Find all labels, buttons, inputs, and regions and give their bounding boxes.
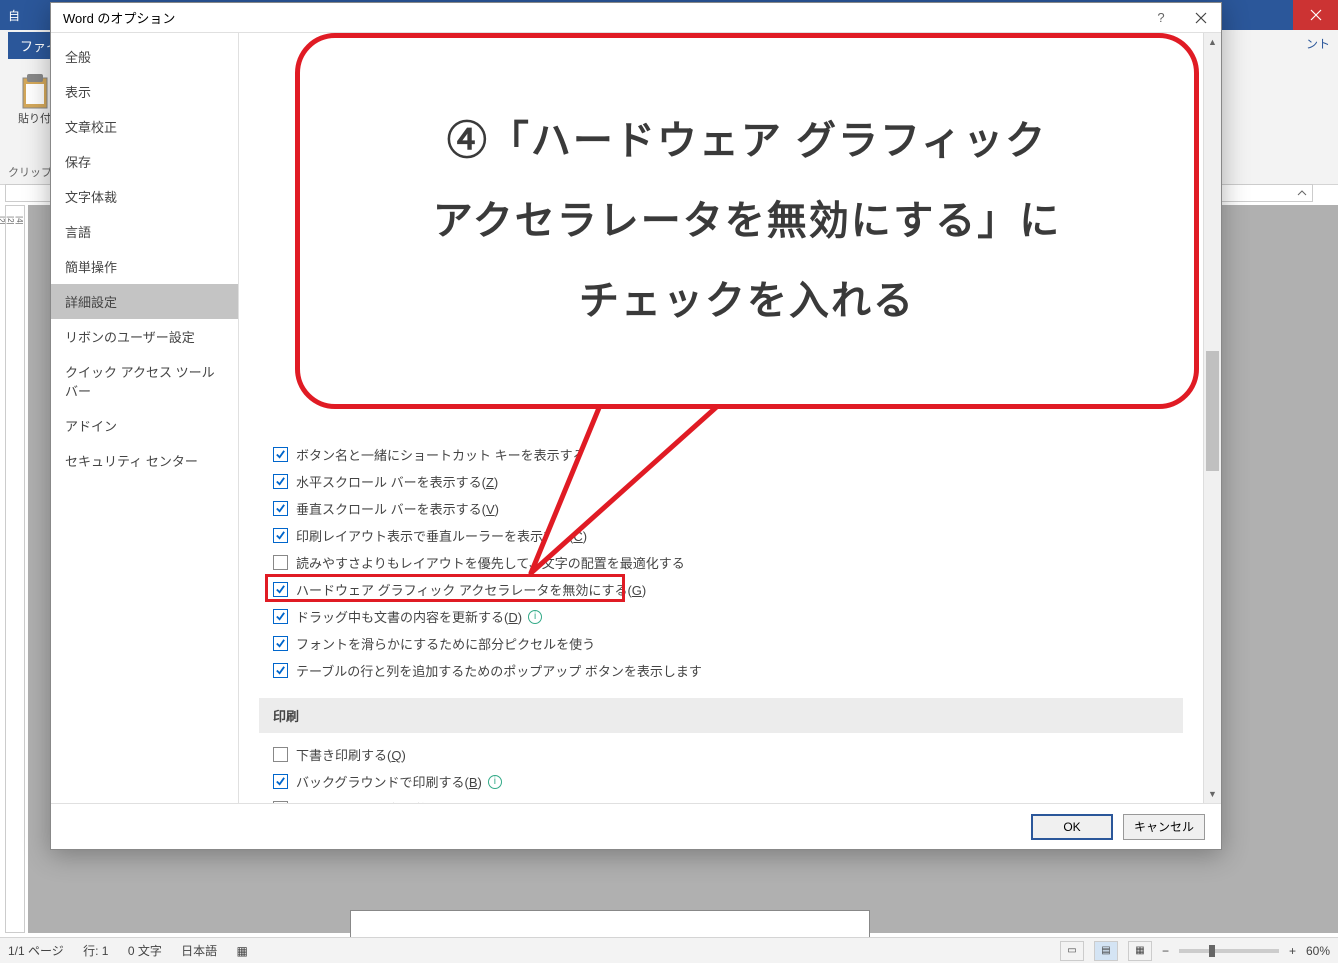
display-opt-checkbox-3[interactable] — [273, 528, 288, 543]
print-opt-label-2[interactable]: ページの印刷順序を逆にする(R) — [296, 799, 483, 803]
print-opt-row-0: 下書き印刷する(Q) — [259, 741, 1183, 768]
comment-partial[interactable]: ント — [1306, 35, 1330, 52]
scroll-thumb[interactable] — [1206, 351, 1219, 471]
print-opt-checkbox-2[interactable] — [273, 801, 288, 803]
display-opt-checkbox-1[interactable] — [273, 474, 288, 489]
sidebar-item-6[interactable]: 簡単操作 — [51, 249, 238, 284]
display-opt-label-1[interactable]: 水平スクロール バーを表示する(Z) — [296, 472, 498, 491]
dialog-close-button[interactable] — [1181, 3, 1221, 33]
display-opt-label-8[interactable]: テーブルの行と列を追加するためのポップアップ ボタンを表示します — [296, 661, 702, 680]
dialog-titlebar: Word のオプション ? — [51, 3, 1221, 33]
print-opt-checkbox-1[interactable] — [273, 774, 288, 789]
display-opt-row-7: フォントを滑らかにするために部分ピクセルを使う — [259, 630, 1183, 657]
display-opt-row-8: テーブルの行と列を追加するためのポップアップ ボタンを表示します — [259, 657, 1183, 684]
dialog-title-text: Word のオプション — [63, 8, 175, 27]
close-icon — [1310, 9, 1322, 21]
scroll-track[interactable] — [1204, 51, 1221, 785]
status-bar: 1/1 ページ 行: 1 0 文字 日本語 ▦ ▭ ▤ ▦ − + 60% — [0, 937, 1338, 963]
cancel-button[interactable]: キャンセル — [1123, 814, 1205, 840]
callout-line-2: アクセラレータを無効にする」に — [433, 181, 1061, 261]
zoom-in-button[interactable]: + — [1289, 944, 1296, 958]
word-options-dialog: Word のオプション ? 全般表示文章校正保存文字体裁言語簡単操作詳細設定リボ… — [50, 2, 1222, 850]
main-title-partial: 自 — [8, 7, 20, 24]
ruler-vertical[interactable]: |4||2||2||4||6||8||10||12||14||16||18||2… — [5, 205, 25, 933]
print-opt-row-2: ページの印刷順序を逆にする(R) — [259, 795, 1183, 803]
display-opt-checkbox-2[interactable] — [273, 501, 288, 516]
print-section-header: 印刷 — [259, 698, 1183, 733]
status-line[interactable]: 行: 1 — [83, 944, 108, 958]
sidebar-item-7[interactable]: 詳細設定 — [51, 284, 238, 319]
callout-line-3: チェックを入れる — [433, 261, 1061, 341]
sidebar-item-9[interactable]: クイック アクセス ツール バー — [51, 354, 238, 408]
print-opt-checkbox-0[interactable] — [273, 747, 288, 762]
sidebar-item-5[interactable]: 言語 — [51, 214, 238, 249]
display-opt-row-6: ドラッグ中も文書の内容を更新する(D) i — [259, 603, 1183, 630]
callout-line-1: ④「ハードウェア グラフィック — [433, 101, 1061, 181]
display-opt-label-6[interactable]: ドラッグ中も文書の内容を更新する(D) — [296, 607, 522, 626]
zoom-out-button[interactable]: − — [1162, 944, 1169, 958]
zoom-level[interactable]: 60% — [1306, 944, 1330, 958]
view-web-button[interactable]: ▦ — [1128, 941, 1152, 961]
print-opt-label-0[interactable]: 下書き印刷する(Q) — [296, 745, 406, 764]
chevron-up-icon[interactable] — [1296, 187, 1308, 199]
sidebar-item-0[interactable]: 全般 — [51, 39, 238, 74]
dialog-footer: OK キャンセル — [51, 803, 1221, 849]
status-lang[interactable]: 日本語 — [181, 944, 217, 958]
display-opt-checkbox-4[interactable] — [273, 555, 288, 570]
options-sidebar: 全般表示文章校正保存文字体裁言語簡単操作詳細設定リボンのユーザー設定クイック ア… — [51, 33, 239, 803]
main-close-button[interactable] — [1293, 0, 1338, 30]
display-opt-label-2[interactable]: 垂直スクロール バーを表示する(V) — [296, 499, 499, 518]
info-icon[interactable]: i — [488, 775, 502, 789]
dialog-help-button[interactable]: ? — [1141, 3, 1181, 33]
view-print-button[interactable]: ▤ — [1094, 941, 1118, 961]
display-opt-checkbox-0[interactable] — [273, 447, 288, 462]
print-opt-label-1[interactable]: バックグラウンドで印刷する(B) — [296, 772, 482, 791]
print-opt-row-1: バックグラウンドで印刷する(B) i — [259, 768, 1183, 795]
display-opt-checkbox-6[interactable] — [273, 609, 288, 624]
sidebar-item-8[interactable]: リボンのユーザー設定 — [51, 319, 238, 354]
zoom-slider-thumb[interactable] — [1209, 945, 1215, 957]
view-read-button[interactable]: ▭ — [1060, 941, 1084, 961]
close-icon — [1195, 12, 1207, 24]
clipboard-icon — [19, 74, 51, 110]
sidebar-item-2[interactable]: 文章校正 — [51, 109, 238, 144]
macro-icon[interactable]: ▦ — [237, 944, 248, 958]
zoom-slider[interactable] — [1179, 949, 1279, 953]
sidebar-item-4[interactable]: 文字体裁 — [51, 179, 238, 214]
ok-button[interactable]: OK — [1031, 814, 1113, 840]
status-page[interactable]: 1/1 ページ — [8, 944, 64, 958]
display-opt-checkbox-7[interactable] — [273, 636, 288, 651]
scroll-up-button[interactable]: ▲ — [1204, 33, 1221, 51]
status-chars[interactable]: 0 文字 — [128, 944, 162, 958]
sidebar-item-1[interactable]: 表示 — [51, 74, 238, 109]
info-icon[interactable]: i — [528, 610, 542, 624]
clipboard-group-label: クリップ — [8, 164, 52, 180]
sidebar-item-10[interactable]: アドイン — [51, 408, 238, 443]
display-opt-label-7[interactable]: フォントを滑らかにするために部分ピクセルを使う — [296, 634, 595, 653]
annotation-callout: ④「ハードウェア グラフィック アクセラレータを無効にする」に チェックを入れる — [295, 33, 1199, 409]
scroll-down-button[interactable]: ▼ — [1204, 785, 1221, 803]
sidebar-item-3[interactable]: 保存 — [51, 144, 238, 179]
display-opt-checkbox-8[interactable] — [273, 663, 288, 678]
vertical-scrollbar[interactable]: ▲ ▼ — [1203, 33, 1221, 803]
sidebar-item-11[interactable]: セキュリティ センター — [51, 443, 238, 478]
callout-pointer — [521, 403, 741, 583]
